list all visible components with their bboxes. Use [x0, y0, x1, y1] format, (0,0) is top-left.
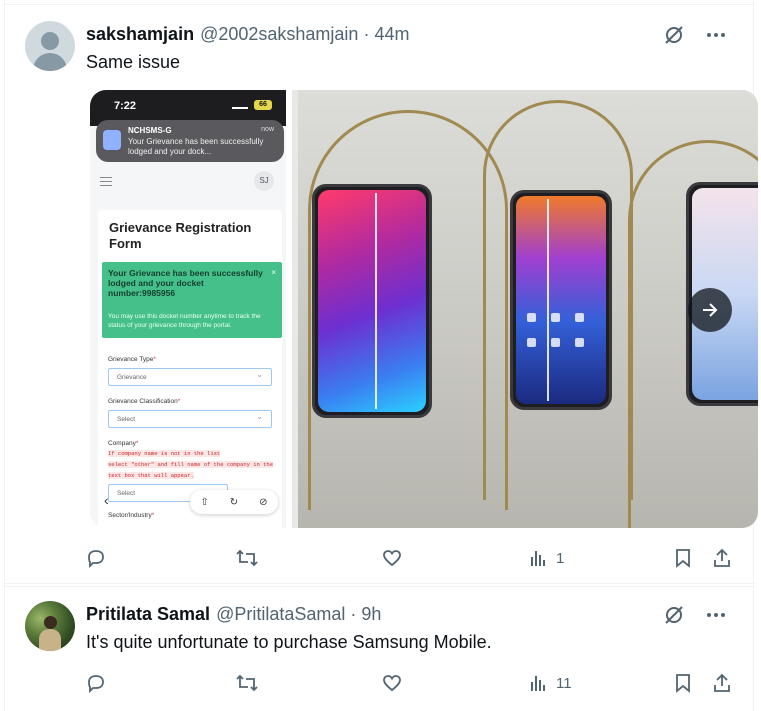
reply-button[interactable]	[85, 543, 115, 573]
user-handle[interactable]: @2002sakshamjain	[200, 24, 358, 45]
success-alert: Your Grievance has been successfully lod…	[102, 262, 282, 338]
timestamp[interactable]: 9h	[361, 604, 381, 625]
default-avatar-body	[33, 53, 67, 71]
app-icon	[551, 313, 560, 322]
retweet-icon	[236, 549, 258, 567]
grok-icon[interactable]	[661, 22, 687, 48]
tweet-text: Same issue	[86, 52, 181, 72]
profile-initials: SJ	[254, 171, 274, 191]
app-icon	[527, 338, 536, 347]
arrow-right-icon[interactable]	[688, 288, 732, 332]
reply-icon	[88, 675, 104, 694]
analytics-icon	[531, 676, 545, 691]
avatar[interactable]	[25, 21, 75, 71]
grievance-type-select: Grievance	[108, 368, 272, 386]
sms-notification: NCHSMS-G now Your Grievance has been suc…	[96, 120, 284, 162]
compass-icon: ⊘	[259, 496, 268, 508]
tweet-text: It's quite unfortunate to purchase Samsu…	[86, 632, 492, 652]
success-message: Your Grievance has been successfully lod…	[108, 268, 263, 298]
close-icon: ×	[271, 268, 276, 277]
separator-dot: ·	[363, 23, 370, 44]
tweet-actions: 11	[85, 668, 745, 698]
grievance-screenshot-image[interactable]: 7:22 66 NCHSMS-G now Your Grievance has …	[90, 90, 292, 528]
share-icon	[714, 548, 730, 567]
views-button[interactable]: 11	[528, 668, 572, 698]
like-button[interactable]	[381, 668, 411, 698]
share-icon: ⇧	[200, 496, 209, 508]
company-hint: If company name is not in the list selec…	[108, 450, 274, 479]
share-icon	[714, 673, 730, 692]
bookmark-button[interactable]	[673, 668, 693, 698]
success-note: You may use this docket number anytime t…	[108, 313, 261, 329]
signal-icon	[232, 101, 248, 109]
field-label: Company*	[108, 440, 139, 447]
avatar[interactable]	[25, 601, 75, 651]
retweet-icon	[236, 674, 258, 692]
views-button[interactable]: 1	[528, 543, 564, 573]
app-icon	[575, 313, 584, 322]
separator-dot: ·	[350, 603, 357, 624]
browser-toolbar: ⇧ ↻ ⊘	[190, 490, 278, 514]
retweet-button[interactable]	[235, 543, 267, 573]
reply-icon	[88, 550, 104, 569]
heart-icon	[383, 550, 401, 567]
tweet-top-actions	[661, 602, 729, 628]
phone-middle	[510, 190, 612, 410]
bookmark-icon	[676, 674, 690, 693]
share-button[interactable]	[711, 543, 733, 573]
more-options-icon[interactable]	[703, 22, 729, 48]
heart-icon	[383, 675, 401, 692]
tweet-media[interactable]: 7:22 66 NCHSMS-G now Your Grievance has …	[90, 90, 758, 528]
share-button[interactable]	[711, 668, 733, 698]
avatar-person-body	[39, 629, 61, 651]
status-clock: 7:22	[114, 100, 137, 112]
classification-select: Select	[108, 410, 272, 428]
hamburger-menu-icon	[100, 177, 112, 186]
app-icon	[551, 338, 560, 347]
timeline-feed: sakshamjain @2002sakshamjain · 44m Same …	[4, 0, 758, 711]
phone-left	[312, 184, 432, 418]
phone-screen	[516, 196, 606, 404]
view-count: 1	[556, 549, 565, 567]
default-avatar-head	[41, 32, 59, 50]
form-topbar: SJ	[90, 168, 286, 200]
timestamp[interactable]: 44m	[374, 24, 409, 45]
grok-icon[interactable]	[661, 602, 687, 628]
tweet-header: sakshamjain @2002sakshamjain · 44m	[86, 22, 409, 46]
notification-sender: NCHSMS-G	[128, 126, 172, 135]
field-label: Sector/Industry*	[108, 512, 155, 519]
tweet-header: Pritilata Samal @PritilataSamal · 9h	[86, 602, 381, 626]
app-icon	[575, 338, 584, 347]
phone-screen	[318, 190, 426, 412]
form-title: Grievance Registration Form	[109, 220, 252, 251]
bookmark-button[interactable]	[673, 543, 693, 573]
avatar-person-head	[44, 616, 57, 629]
battery-icon: 66	[254, 100, 272, 110]
messages-app-icon	[103, 130, 121, 150]
like-button[interactable]	[381, 543, 411, 573]
field-label: Grievance Classification*	[108, 398, 181, 405]
green-line-defect	[375, 193, 377, 409]
reply-button[interactable]	[85, 668, 115, 698]
samsung-phones-photo[interactable]	[298, 90, 758, 528]
more-options-icon[interactable]	[703, 602, 729, 628]
app-icon	[527, 313, 536, 322]
tweet-top-actions	[661, 22, 729, 48]
retweet-button[interactable]	[235, 668, 267, 698]
field-label: Grievance Type*	[108, 356, 156, 363]
view-count: 11	[556, 674, 572, 692]
browser-back-icon: ‹	[104, 492, 109, 508]
analytics-icon	[531, 551, 545, 566]
display-name[interactable]: Pritilata Samal	[86, 604, 210, 625]
notification-message: Your Grievance has been successfully lod…	[128, 137, 264, 156]
user-handle[interactable]: @PritilataSamal	[216, 604, 345, 625]
tweet-actions: 1	[85, 543, 745, 573]
green-line-defect	[547, 199, 549, 401]
display-name[interactable]: sakshamjain	[86, 24, 194, 45]
notification-time: now	[261, 126, 274, 133]
bookmark-icon	[676, 549, 690, 568]
grievance-form-card: Grievance Registration Form Your Grievan…	[98, 210, 282, 528]
reload-icon: ↻	[229, 496, 239, 508]
